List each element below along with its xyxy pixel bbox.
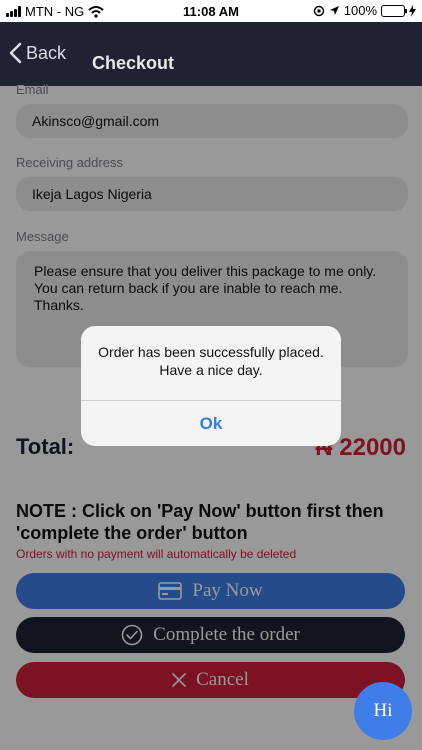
nav-bar: Back Checkout — [0, 22, 422, 86]
charging-icon — [409, 4, 416, 17]
status-right: 100% — [313, 3, 416, 18]
battery-icon — [381, 4, 407, 17]
success-alert: Order has been successfully placed. Have… — [81, 326, 341, 446]
status-bar: MTN - NG 11:08 AM 100% — [0, 0, 422, 22]
back-label: Back — [26, 42, 67, 63]
alert-ok-button[interactable]: Ok — [81, 401, 341, 446]
alert-line-1: Order has been successfully placed. — [98, 344, 324, 360]
back-button[interactable]: Back — [8, 42, 66, 64]
rotation-lock-icon — [313, 5, 324, 16]
chat-button[interactable]: Hi — [354, 682, 412, 740]
chevron-left-icon — [9, 42, 22, 64]
page-title: Checkout — [92, 53, 175, 73]
location-icon — [329, 6, 339, 15]
battery-percent: 100% — [343, 3, 377, 18]
alert-message: Order has been successfully placed. Have… — [91, 343, 331, 379]
alert-line-2: Have a nice day. — [159, 362, 263, 378]
